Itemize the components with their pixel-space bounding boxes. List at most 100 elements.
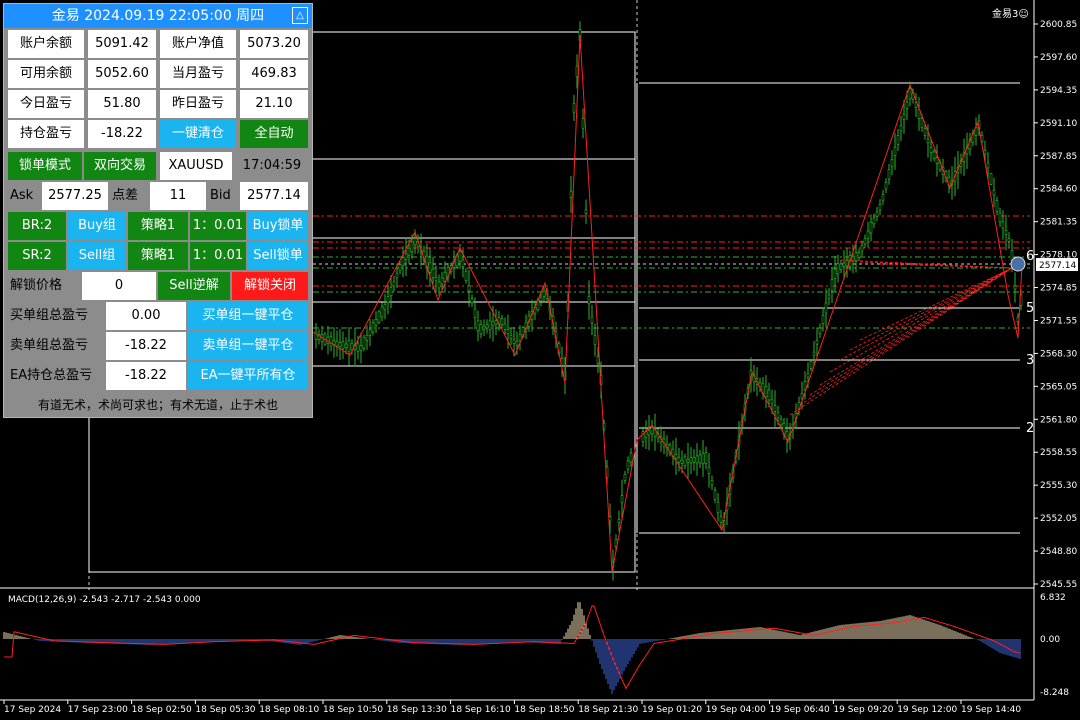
buy-strategy-button[interactable]: 策略1: [128, 212, 188, 240]
candle-body: [404, 253, 408, 260]
candle-body: [893, 146, 897, 156]
equity-value: 5073.20: [240, 30, 308, 58]
buy-lot-ratio-button[interactable]: 1：0.01: [190, 212, 246, 240]
candle-body: [896, 135, 900, 145]
sell-ratio-button[interactable]: SR:2: [8, 242, 66, 270]
candle-body: [887, 169, 891, 180]
price-tick-label: 2600.85: [1040, 20, 1077, 30]
fan-line: [809, 267, 1013, 396]
position-pnl-value: -18.22: [88, 120, 156, 148]
unlock-price-input[interactable]: 0: [82, 272, 156, 300]
month-pnl-value: 469.83: [240, 60, 308, 88]
fan-line: [859, 261, 1013, 269]
candle-body: [821, 314, 825, 324]
auto-mode-button[interactable]: 全自动: [240, 120, 308, 148]
buy-lock-button[interactable]: Buy锁单: [248, 212, 308, 240]
candle-body: [434, 277, 438, 282]
sell-lot-ratio-button[interactable]: 1：0.01: [190, 242, 246, 270]
price-tick-label: 2594.35: [1040, 86, 1077, 96]
candle-body: [620, 495, 624, 504]
candle-body: [890, 158, 894, 167]
spread-label: 点差: [112, 188, 139, 203]
bid-label: Bid: [210, 188, 231, 203]
candle-body: [824, 302, 828, 314]
candle-body: [428, 262, 432, 273]
sell-group-close-button[interactable]: 卖单组一键平仓: [188, 332, 308, 360]
time-tick-label: 18 Sep 05:30: [195, 705, 255, 715]
candle-body: [857, 252, 861, 258]
sell-strategy-button[interactable]: 策略1: [128, 242, 188, 270]
candle-body: [629, 452, 633, 463]
ea-close-all-button[interactable]: EA一键平所有仓: [188, 362, 308, 390]
time-tick-label: 18 Sep 21:30: [578, 705, 638, 715]
price-tick-label: 2581.35: [1040, 218, 1077, 228]
candle-body: [470, 298, 474, 304]
candle-body: [362, 337, 366, 349]
candle-body: [542, 290, 546, 297]
candle-body: [377, 311, 381, 323]
lock-mode-button[interactable]: 锁单模式: [8, 152, 82, 180]
position-pnl-label: 持仓盈亏: [8, 120, 84, 148]
candle-body: [338, 342, 342, 348]
candle-body: [392, 280, 396, 287]
candle-body: [509, 334, 513, 339]
candle-body: [368, 329, 372, 336]
candle-body: [719, 516, 723, 523]
candle-body: [995, 200, 999, 212]
candle-body: [485, 324, 489, 329]
free-margin-label: 可用余额: [8, 60, 84, 88]
sell-group-button[interactable]: Sell组: [68, 242, 126, 270]
collapse-icon[interactable]: △: [292, 7, 308, 24]
candle-body: [773, 405, 777, 412]
candle-body: [458, 251, 462, 262]
candle-body: [992, 189, 996, 196]
candle-body: [842, 262, 846, 267]
candle-body: [596, 356, 600, 364]
candle-body: [707, 466, 711, 474]
candle-body: [776, 412, 780, 419]
price-axis: 2600.85 2597.60 2594.35 2591.10 2587.85 2584.…: [1034, 20, 1077, 698]
ea-control-panel: 金易 2024.09.19 22:05:00 周四 △ 账户余额 5091.42…: [3, 3, 313, 418]
time-tick-label: 19 Sep 12:00: [897, 705, 957, 715]
candle-body: [359, 345, 363, 351]
candle-body: [767, 389, 771, 401]
equity-label: 账户净值: [160, 30, 236, 58]
symbol-field[interactable]: XAUUSD: [160, 152, 232, 180]
close-all-button[interactable]: 一键清仓: [160, 120, 236, 148]
candle-body: [815, 340, 819, 345]
sell-reverse-unlock-button[interactable]: Sell逆解: [158, 272, 230, 300]
candle-body: [515, 340, 519, 346]
trade-marker-icon[interactable]: [1010, 256, 1026, 272]
buy-group-close-button[interactable]: 买单组一键平仓: [188, 302, 308, 330]
free-margin-value: 5052.60: [88, 60, 156, 88]
candle-body: [440, 277, 444, 285]
candle-body: [626, 460, 630, 470]
candle-body: [884, 182, 888, 190]
candle-body: [800, 393, 804, 399]
candle-body: [899, 125, 903, 132]
current-price-label: 2577.14: [1039, 261, 1076, 271]
unlock-close-button[interactable]: 解锁关闭: [232, 272, 308, 300]
candle-body: [905, 101, 909, 109]
candle-body: [593, 335, 597, 345]
candle-body: [482, 325, 486, 330]
candle-body: [332, 340, 336, 345]
candle-body: [770, 399, 774, 404]
panel-motto: 有道无术，术尚可求也；有术无道，止于术也: [37, 398, 278, 412]
candle-body: [488, 319, 492, 331]
candle-body: [695, 455, 699, 464]
buy-ratio-button[interactable]: BR:2: [8, 212, 66, 240]
buy-group-button[interactable]: Buy组: [68, 212, 126, 240]
price-tick-label: 2555.30: [1040, 481, 1077, 491]
candle-body: [494, 320, 498, 325]
price-tick-label: 2568.30: [1040, 349, 1077, 359]
candle-body: [584, 209, 588, 214]
candle-body: [650, 427, 654, 435]
sell-lock-button[interactable]: Sell锁单: [248, 242, 308, 270]
candle-body: [1001, 221, 1005, 229]
spread-value: 11: [150, 182, 206, 210]
candle-body: [356, 343, 360, 352]
candle-body: [716, 501, 720, 514]
two-way-trade-button[interactable]: 双向交易: [84, 152, 156, 180]
candle-body: [836, 263, 840, 275]
